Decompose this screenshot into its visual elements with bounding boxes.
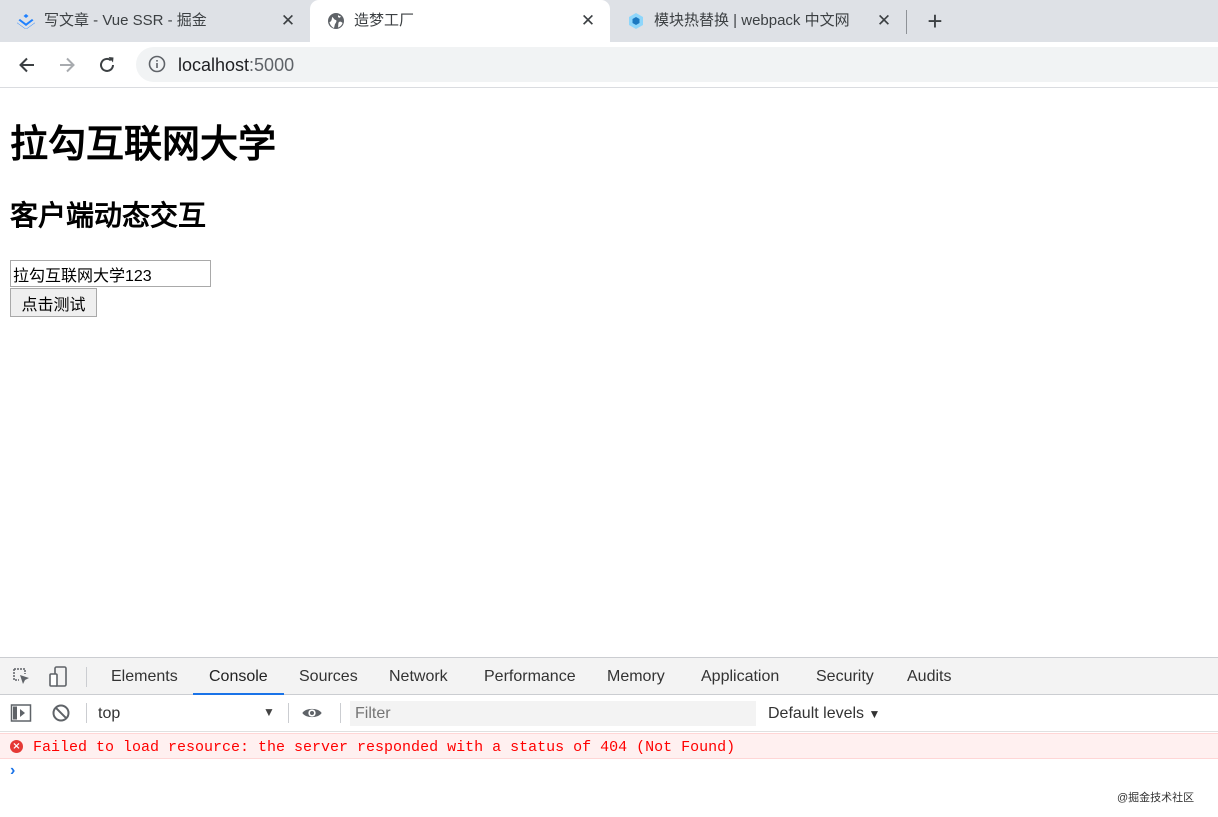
url-port: :5000 <box>249 55 295 75</box>
tab-sources[interactable]: Sources <box>299 658 358 695</box>
toolbar-divider <box>288 703 289 723</box>
webpack-cube-icon <box>626 11 646 31</box>
forward-arrow-icon <box>60 57 75 73</box>
url-text: localhost:5000 <box>178 55 294 75</box>
toolbar-divider <box>86 667 87 687</box>
tab-application[interactable]: Application <box>701 658 779 695</box>
devtools-tabbar: Elements Console Sources Network Perform… <box>0 658 1218 696</box>
tab-zaomeng[interactable]: 造梦工厂 ✕ <box>310 0 610 42</box>
console-error-row: × Failed to load resource: the server re… <box>0 733 1218 759</box>
page-title: 拉勾互联网大学 <box>10 124 277 166</box>
sidebar-toggle-icon[interactable] <box>10 702 32 724</box>
tab-network[interactable]: Network <box>389 658 448 695</box>
juejin-logo-icon <box>16 11 36 31</box>
reload-button[interactable] <box>93 51 121 79</box>
tab-audits[interactable]: Audits <box>907 658 951 695</box>
watermark: @掘金技术社区 <box>1117 792 1195 804</box>
device-toolbar-icon[interactable] <box>48 666 70 688</box>
tab-juejin[interactable]: 写文章 - Vue SSR - 掘金 ✕ <box>0 0 310 42</box>
console-prompt-icon[interactable]: › <box>10 762 15 780</box>
browser-toolbar: localhost:5000 <box>0 42 1218 88</box>
page-content: 拉勾互联网大学 客户端动态交互 点击测试 <box>0 89 1218 657</box>
context-selector[interactable]: top <box>98 705 120 723</box>
url-host: localhost <box>178 55 250 75</box>
tab-divider <box>906 10 907 34</box>
tab-elements[interactable]: Elements <box>111 658 178 695</box>
browser-window: 写文章 - Vue SSR - 掘金 ✕ 造梦工厂 ✕ 模块热替换 | webp… <box>0 0 1218 817</box>
tab-title: 模块热替换 | webpack 中文网 <box>654 12 850 29</box>
eye-icon[interactable] <box>301 702 323 724</box>
tab-performance[interactable]: Performance <box>484 658 576 695</box>
tab-memory[interactable]: Memory <box>607 658 665 695</box>
page-subtitle: 客户端动态交互 <box>10 200 207 231</box>
tab-webpack[interactable]: 模块热替换 | webpack 中文网 ✕ <box>610 0 906 42</box>
tab-console[interactable]: Console <box>193 658 284 696</box>
tab-title: 写文章 - Vue SSR - 掘金 <box>44 12 207 29</box>
close-tab-icon[interactable]: ✕ <box>578 11 598 31</box>
globe-icon <box>326 11 346 31</box>
toolbar-divider <box>86 703 87 723</box>
new-tab-button[interactable]: + <box>922 8 948 34</box>
filter-input[interactable]: Filter <box>350 701 756 726</box>
chevron-down-icon: ▼ <box>868 707 881 721</box>
inspect-element-icon[interactable] <box>11 666 33 688</box>
error-icon: × <box>10 740 23 753</box>
log-levels-dropdown[interactable]: Default levels ▼ <box>768 705 880 723</box>
close-tab-icon[interactable]: ✕ <box>874 11 894 31</box>
tab-title: 造梦工厂 <box>354 12 415 29</box>
devtools-panel: Elements Console Sources Network Perform… <box>0 657 1218 817</box>
forward-button[interactable] <box>53 51 81 79</box>
back-arrow-icon <box>19 57 34 73</box>
address-bar[interactable]: localhost:5000 <box>136 47 1218 82</box>
chevron-down-icon[interactable]: ▼ <box>263 705 275 719</box>
log-levels-label: Default levels <box>768 705 865 722</box>
console-toolbar: top ▼ Filter Default levels ▼ <box>0 695 1218 732</box>
tab-security[interactable]: Security <box>816 658 874 695</box>
close-tab-icon[interactable]: ✕ <box>278 11 298 31</box>
test-button[interactable]: 点击测试 <box>10 288 97 317</box>
info-icon[interactable] <box>148 55 166 73</box>
error-message[interactable]: Failed to load resource: the server resp… <box>33 739 735 756</box>
tab-strip: 写文章 - Vue SSR - 掘金 ✕ 造梦工厂 ✕ 模块热替换 | webp… <box>0 0 1218 42</box>
text-input[interactable] <box>10 260 211 287</box>
reload-icon <box>100 57 114 72</box>
toolbar-divider <box>340 703 341 723</box>
back-button[interactable] <box>13 51 41 79</box>
clear-console-icon[interactable] <box>50 702 72 724</box>
